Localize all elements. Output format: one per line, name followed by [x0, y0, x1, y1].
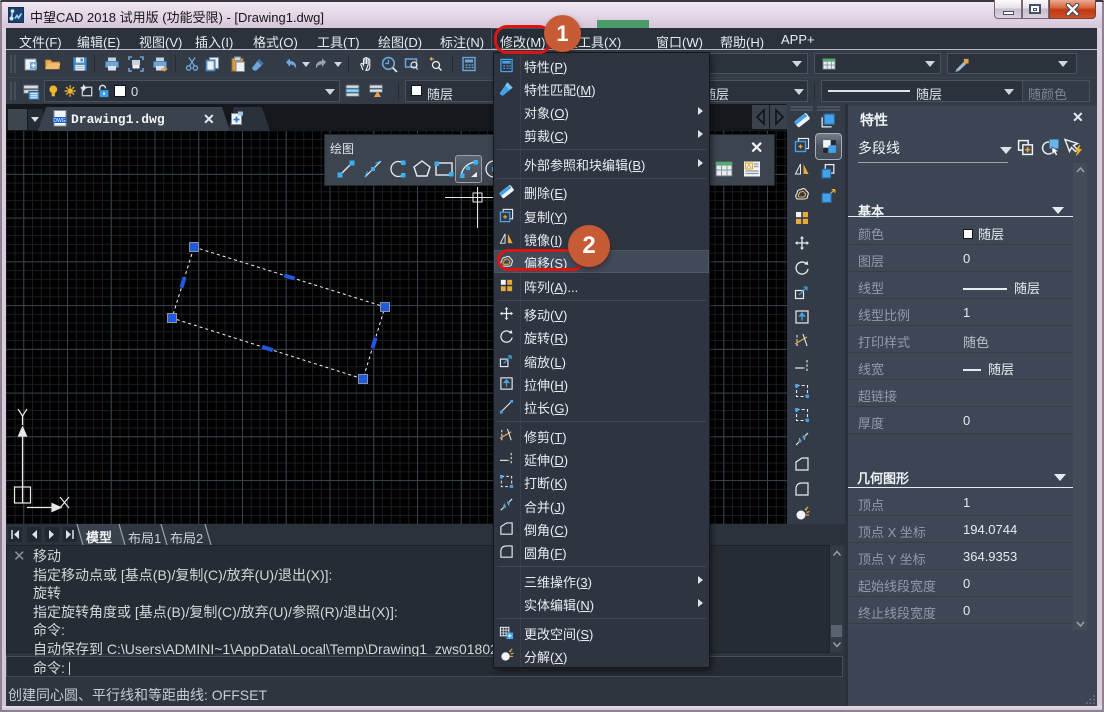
- svg-text:DWG: DWG: [53, 118, 65, 124]
